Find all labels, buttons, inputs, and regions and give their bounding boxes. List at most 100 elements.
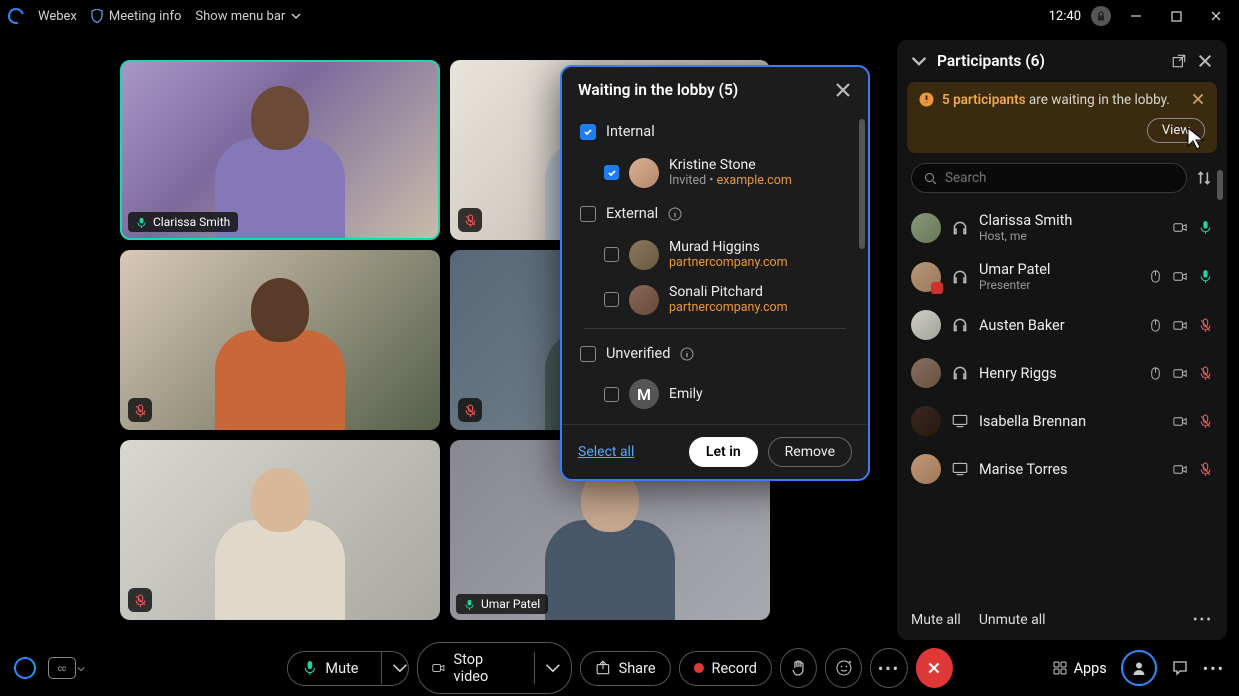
video-tile[interactable] [120, 250, 440, 430]
lobby-section-internal[interactable]: Internal [574, 113, 856, 150]
camera-icon[interactable] [1173, 366, 1188, 381]
window-close[interactable] [1201, 1, 1231, 31]
mic-off-icon[interactable] [1198, 366, 1213, 381]
avatar [911, 406, 941, 436]
participants-button[interactable] [1121, 650, 1157, 686]
device-icon [951, 460, 969, 478]
more-options-icon[interactable]: ••• [1193, 612, 1213, 628]
record-button[interactable]: Record [679, 651, 772, 686]
mic-muted-badge [128, 588, 152, 612]
mute-all-button[interactable]: Mute all [911, 612, 961, 628]
nametag: Clarissa Smith [128, 212, 238, 232]
remove-button[interactable]: Remove [768, 437, 852, 467]
mic-muted-badge [128, 398, 152, 422]
participant-row[interactable]: Clarissa SmithHost, me [911, 203, 1213, 252]
scrollbar[interactable] [859, 119, 865, 249]
checkbox-icon[interactable] [604, 247, 619, 262]
mic-off-icon[interactable] [1198, 414, 1213, 429]
let-in-button[interactable]: Let in [689, 437, 758, 467]
camera-icon[interactable] [1173, 414, 1188, 429]
mic-off-icon[interactable] [1198, 318, 1213, 333]
camera-icon[interactable] [1173, 220, 1188, 235]
participant-row[interactable]: Henry Riggs [911, 349, 1213, 397]
lobby-row[interactable]: Murad Higgins partnercompany.com [574, 232, 856, 277]
apps-icon [1052, 660, 1068, 676]
mic-off-icon[interactable] [1198, 462, 1213, 477]
cursor-icon [1185, 126, 1207, 152]
camera-icon[interactable] [1173, 269, 1188, 284]
person-icon [1131, 660, 1147, 676]
lobby-title: Waiting in the lobby (5) [578, 81, 738, 99]
participant-row[interactable]: Austen Baker [911, 301, 1213, 349]
info-icon[interactable] [668, 207, 682, 221]
participant-row[interactable]: Isabella Brennan [911, 397, 1213, 445]
reactions-button[interactable] [825, 648, 862, 688]
lobby-row[interactable]: Kristine Stone Invited • example.com [574, 150, 856, 195]
checkbox-checked-icon[interactable] [580, 124, 596, 140]
window-maximize[interactable] [1161, 1, 1191, 31]
lobby-subtext: Invited • example.com [669, 173, 850, 188]
mic-icon[interactable] [1198, 220, 1213, 235]
info-icon[interactable] [680, 347, 694, 361]
captions-button[interactable]: cc [48, 657, 76, 679]
mic-icon[interactable] [1198, 269, 1213, 284]
camera-icon[interactable] [1173, 462, 1188, 477]
unmute-all-button[interactable]: Unmute all [979, 612, 1046, 628]
dismiss-icon[interactable] [1191, 92, 1205, 106]
chat-icon[interactable] [1171, 659, 1189, 677]
close-icon[interactable] [834, 81, 852, 99]
camera-icon [432, 660, 446, 676]
end-call-button[interactable] [916, 648, 953, 688]
chevron-down-icon [545, 660, 561, 676]
checkbox-icon[interactable] [604, 292, 619, 307]
shield-icon [91, 9, 103, 23]
show-menu-bar-button[interactable]: Show menu bar [195, 9, 301, 24]
lobby-section-unverified[interactable]: Unverified [574, 335, 856, 372]
checkbox-icon[interactable] [580, 206, 596, 222]
checkbox-checked-icon[interactable] [604, 165, 619, 180]
more-button[interactable]: ••• [870, 648, 907, 688]
lock-button[interactable] [1091, 6, 1111, 26]
mouse-icon[interactable] [1148, 269, 1163, 284]
meeting-info-button[interactable]: Meeting info [91, 9, 182, 24]
video-dropdown[interactable] [534, 652, 571, 684]
lobby-section-external[interactable]: External [574, 195, 856, 232]
mute-button[interactable]: Mute [286, 651, 408, 686]
nametag: Umar Patel [456, 594, 548, 614]
mic-muted-badge [458, 398, 482, 422]
more-icon[interactable]: ••• [1203, 659, 1225, 678]
headset-icon [951, 364, 969, 382]
lobby-domain: partnercompany.com [669, 300, 850, 315]
hand-icon [791, 659, 807, 677]
mic-off-icon [134, 594, 147, 607]
mouse-icon[interactable] [1148, 318, 1163, 333]
participant-row[interactable]: Marise Torres [911, 445, 1213, 493]
checkbox-icon[interactable] [580, 346, 596, 362]
meeting-controls: cc Mute Stop video Share Record ••• Apps… [0, 640, 1239, 696]
apps-button[interactable]: Apps [1052, 660, 1107, 677]
mute-dropdown[interactable] [381, 652, 409, 684]
share-button[interactable]: Share [580, 651, 671, 686]
pop-out-icon[interactable] [1171, 53, 1187, 69]
avatar [911, 262, 941, 292]
video-tile[interactable] [120, 440, 440, 620]
select-all-link[interactable]: Select all [578, 444, 634, 460]
search-field[interactable] [945, 170, 1174, 186]
lobby-row[interactable]: M Emily [574, 372, 856, 416]
window-minimize[interactable] [1121, 1, 1151, 31]
chevron-down-icon[interactable] [911, 53, 927, 69]
lobby-row[interactable]: Sonali Pitchard partnercompany.com [574, 277, 856, 322]
webex-logo-icon[interactable] [14, 657, 36, 679]
checkbox-icon[interactable] [604, 387, 619, 402]
video-tile[interactable]: Clarissa Smith [120, 60, 440, 240]
sort-icon[interactable] [1195, 169, 1213, 187]
participant-row[interactable]: Umar PatelPresenter [911, 252, 1213, 301]
mouse-icon[interactable] [1148, 366, 1163, 381]
search-input[interactable] [911, 163, 1187, 193]
scrollbar[interactable] [1217, 170, 1223, 200]
raise-hand-button[interactable] [780, 648, 817, 688]
close-icon[interactable] [1197, 53, 1213, 69]
lobby-name: Murad Higgins [669, 239, 850, 255]
camera-icon[interactable] [1173, 318, 1188, 333]
stop-video-button[interactable]: Stop video [417, 642, 572, 694]
